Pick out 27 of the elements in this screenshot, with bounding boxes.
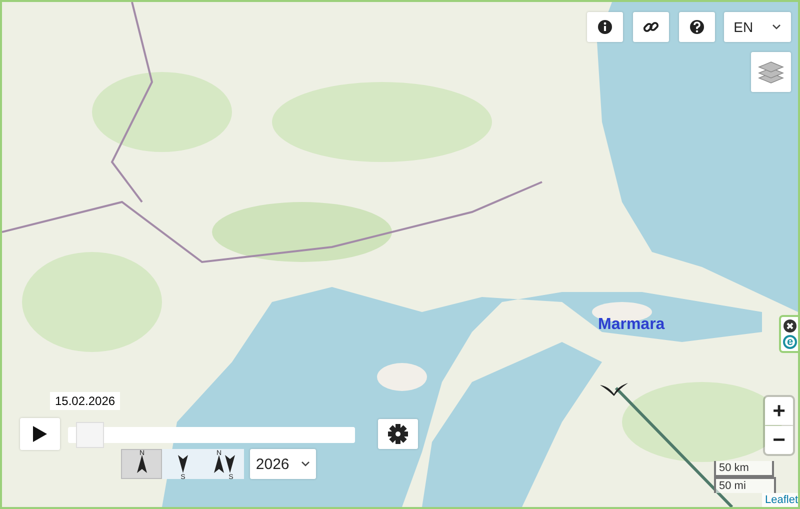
scale-bar: 50 mi: [714, 477, 776, 493]
bird-icon: [600, 382, 628, 396]
info-icon: [597, 19, 613, 35]
settings-icon: [388, 424, 408, 444]
help-button[interactable]: [679, 12, 715, 42]
language-select[interactable]: EN: [724, 12, 791, 42]
attribution-link[interactable]: Leaflet: [762, 493, 798, 507]
play-button[interactable]: [20, 418, 60, 450]
help-icon: [689, 19, 705, 35]
zoom-out-button[interactable]: −: [765, 426, 793, 454]
slider-thumb[interactable]: [76, 422, 104, 448]
marker-label: Marmara: [598, 316, 665, 334]
play-icon: [32, 425, 48, 443]
layers-button[interactable]: [751, 52, 791, 92]
date-label: 15.02.2026: [50, 392, 120, 410]
caret-icon: [301, 461, 310, 467]
year-select[interactable]: 2026: [250, 449, 316, 479]
caret-icon: [772, 24, 782, 30]
zoom-in-button[interactable]: +: [765, 397, 793, 425]
e-button[interactable]: e: [783, 335, 797, 349]
timeline-slider[interactable]: [68, 422, 355, 448]
info-button[interactable]: [587, 12, 623, 42]
settings-button[interactable]: [378, 419, 418, 449]
link-icon: [643, 19, 659, 35]
layers-icon: [758, 60, 784, 84]
scale-bar: 50 km: [714, 461, 774, 477]
link-button[interactable]: [633, 12, 669, 42]
